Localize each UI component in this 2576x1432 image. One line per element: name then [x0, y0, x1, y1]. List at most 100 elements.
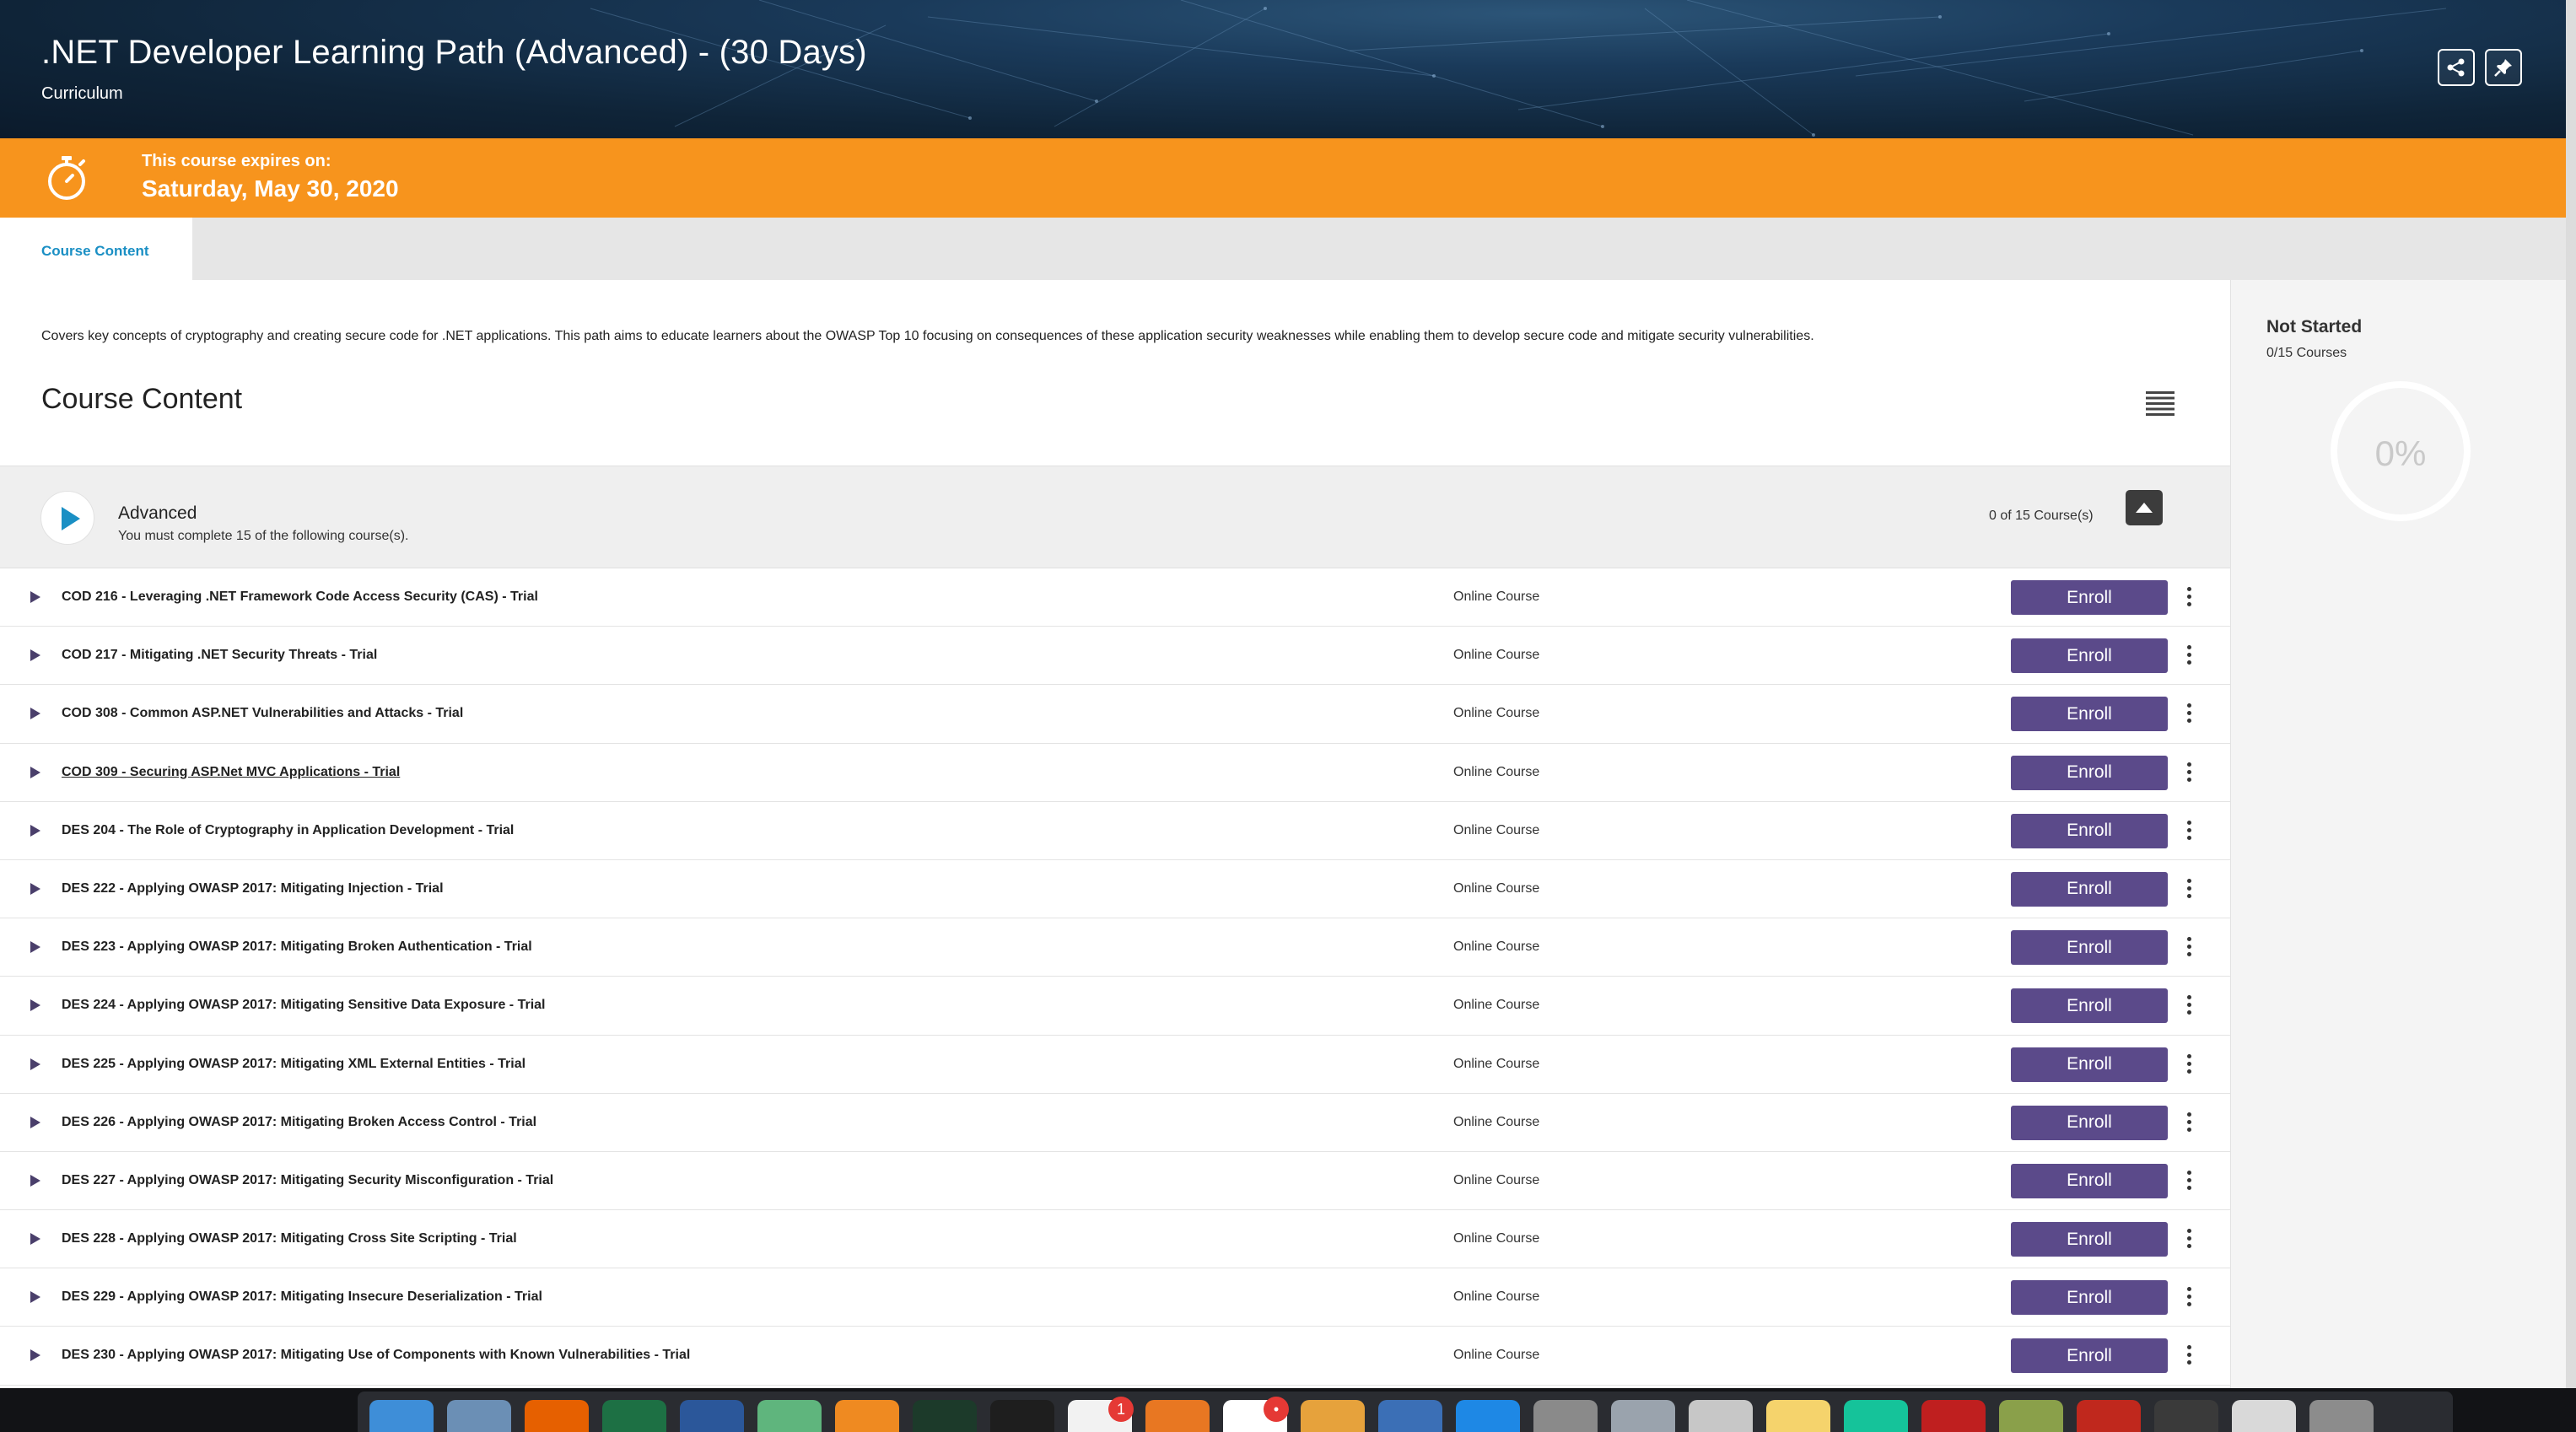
firefox-icon[interactable] [525, 1400, 589, 1432]
expand-arrow-icon[interactable] [30, 1232, 41, 1246]
course-type: Online Course [1453, 880, 1540, 896]
course-title[interactable]: DES 226 - Applying OWASP 2017: Mitigatin… [62, 1115, 536, 1130]
enroll-button[interactable]: Enroll [2011, 1047, 2168, 1082]
word-icon[interactable] [680, 1400, 744, 1432]
calendar-icon[interactable]: 1 [1068, 1397, 1134, 1432]
expand-arrow-icon[interactable] [30, 940, 41, 954]
course-title[interactable]: DES 225 - Applying OWASP 2017: Mitigatin… [62, 1057, 525, 1072]
cleanmymac-icon[interactable] [1999, 1400, 2063, 1432]
enroll-button[interactable]: Enroll [2011, 1280, 2168, 1316]
progress-status: Not Started [2266, 317, 2363, 336]
expand-arrow-icon[interactable] [30, 766, 41, 779]
course-title[interactable]: COD 309 - Securing ASP.Net MVC Applicati… [62, 765, 400, 780]
app-store-icon[interactable] [1456, 1400, 1520, 1432]
more-options-icon[interactable] [2183, 642, 2195, 670]
enroll-button[interactable]: Enroll [2011, 930, 2168, 966]
course-title[interactable]: DES 227 - Applying OWASP 2017: Mitigatin… [62, 1173, 553, 1188]
course-row: COD 216 - Leveraging .NET Framework Code… [0, 568, 2230, 627]
expand-arrow-icon[interactable] [30, 590, 41, 604]
zoom-icon[interactable] [1145, 1400, 1210, 1432]
terminal-icon[interactable] [990, 1400, 1054, 1432]
phone-icon[interactable] [1301, 1400, 1365, 1432]
more-options-icon[interactable] [2183, 1225, 2195, 1254]
enroll-button[interactable]: Enroll [2011, 580, 2168, 615]
enroll-button[interactable]: Enroll [2011, 1163, 2168, 1198]
sublime-icon[interactable] [835, 1400, 899, 1432]
course-type: Online Course [1453, 1114, 1540, 1129]
course-group-header: Advanced You must complete 15 of the fol… [0, 466, 2230, 568]
filezilla-icon[interactable] [1921, 1400, 1986, 1432]
grammarly-icon[interactable] [1844, 1400, 1908, 1432]
enroll-button[interactable]: Enroll [2011, 871, 2168, 907]
calculator-icon[interactable] [1689, 1400, 1753, 1432]
list-view-icon[interactable] [2146, 391, 2175, 417]
tab-course-content[interactable]: Course Content [0, 218, 192, 280]
expand-arrow-icon[interactable] [30, 1116, 41, 1129]
excel-icon[interactable] [602, 1400, 666, 1432]
group-play-button[interactable] [40, 491, 94, 545]
expand-arrow-icon[interactable] [30, 1349, 41, 1362]
progress-panel: Not Started 0/15 Courses 0% [2230, 280, 2566, 1388]
course-type: Online Course [1453, 822, 1540, 837]
charles-icon[interactable] [913, 1400, 977, 1432]
course-title[interactable]: DES 228 - Applying OWASP 2017: Mitigatin… [62, 1231, 517, 1246]
more-options-icon[interactable] [2183, 759, 2195, 788]
window-thumb-icon[interactable] [2232, 1400, 2296, 1432]
finder-icon[interactable] [369, 1400, 434, 1432]
slack-icon[interactable]: • [1223, 1397, 1289, 1432]
course-title[interactable]: DES 230 - Applying OWASP 2017: Mitigatin… [62, 1348, 690, 1363]
course-title[interactable]: DES 229 - Applying OWASP 2017: Mitigatin… [62, 1289, 542, 1305]
system-preferences-icon[interactable] [1533, 1400, 1598, 1432]
course-row: COD 217 - Mitigating .NET Security Threa… [0, 627, 2230, 686]
share-button[interactable] [2438, 49, 2475, 86]
collapse-button[interactable] [2126, 490, 2163, 525]
course-title[interactable]: DES 223 - Applying OWASP 2017: Mitigatin… [62, 939, 532, 955]
more-options-icon[interactable] [2183, 1109, 2195, 1138]
course-title[interactable]: DES 222 - Applying OWASP 2017: Mitigatin… [62, 881, 444, 896]
more-options-icon[interactable] [2183, 1284, 2195, 1312]
expand-arrow-icon[interactable] [30, 999, 41, 1012]
more-options-icon[interactable] [2183, 934, 2195, 962]
enroll-button[interactable]: Enroll [2011, 813, 2168, 848]
pin-button[interactable] [2485, 49, 2522, 86]
course-title[interactable]: COD 216 - Leveraging .NET Framework Code… [62, 589, 538, 605]
expand-arrow-icon[interactable] [30, 707, 41, 720]
expand-arrow-icon[interactable] [30, 1174, 41, 1187]
enroll-button[interactable]: Enroll [2011, 1338, 2168, 1374]
enroll-button[interactable]: Enroll [2011, 988, 2168, 1024]
course-row: DES 204 - The Role of Cryptography in Ap… [0, 801, 2230, 860]
expand-arrow-icon[interactable] [30, 1290, 41, 1304]
expand-arrow-icon[interactable] [30, 649, 41, 662]
expand-arrow-icon[interactable] [30, 1058, 41, 1071]
course-title[interactable]: COD 308 - Common ASP.NET Vulnerabilities… [62, 706, 463, 721]
more-options-icon[interactable] [2183, 1342, 2195, 1370]
more-options-icon[interactable] [2183, 992, 2195, 1020]
course-title[interactable]: DES 224 - Applying OWASP 2017: Mitigatin… [62, 998, 545, 1013]
more-options-icon[interactable] [2183, 817, 2195, 846]
globe-icon[interactable] [1378, 1400, 1442, 1432]
atom-icon[interactable] [757, 1400, 822, 1432]
more-options-icon[interactable] [2183, 700, 2195, 729]
expand-arrow-icon[interactable] [30, 824, 41, 837]
window-thumb-icon[interactable] [2154, 1400, 2218, 1432]
course-type: Online Course [1453, 764, 1540, 779]
expand-arrow-icon[interactable] [30, 882, 41, 896]
enroll-button[interactable]: Enroll [2011, 1105, 2168, 1140]
enroll-button[interactable]: Enroll [2011, 697, 2168, 732]
acrobat-icon[interactable] [2077, 1400, 2141, 1432]
more-options-icon[interactable] [2183, 584, 2195, 612]
course-type: Online Course [1453, 648, 1540, 663]
more-options-icon[interactable] [2183, 1051, 2195, 1079]
enroll-button[interactable]: Enroll [2011, 1222, 2168, 1257]
notes-icon[interactable] [1766, 1400, 1830, 1432]
safari-icon[interactable] [1611, 1400, 1675, 1432]
trash-icon[interactable] [2309, 1400, 2374, 1432]
expiry-date: Saturday, May 30, 2020 [142, 175, 399, 202]
enroll-button[interactable]: Enroll [2011, 638, 2168, 674]
course-title[interactable]: DES 204 - The Role of Cryptography in Ap… [62, 823, 514, 838]
enroll-button[interactable]: Enroll [2011, 755, 2168, 790]
course-title[interactable]: COD 217 - Mitigating .NET Security Threa… [62, 648, 377, 663]
more-options-icon[interactable] [2183, 875, 2195, 904]
preview-icon[interactable] [447, 1400, 511, 1432]
more-options-icon[interactable] [2183, 1167, 2195, 1196]
